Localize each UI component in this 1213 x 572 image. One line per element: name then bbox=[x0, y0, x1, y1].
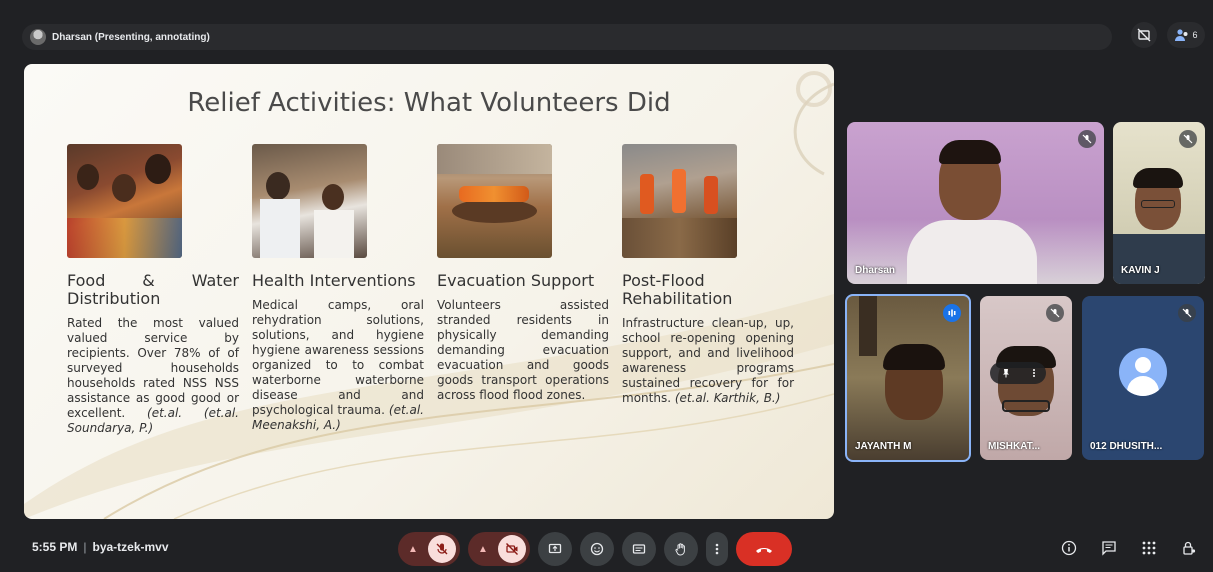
camera-control[interactable]: ▲ bbox=[468, 532, 530, 566]
emoji-icon bbox=[590, 542, 604, 556]
slide-column-health: Health Interventions Medical camps, oral… bbox=[252, 144, 424, 433]
participant-glasses bbox=[1002, 400, 1050, 412]
reactions-button[interactable] bbox=[580, 532, 614, 566]
rehabilitation-citation: (et.al. Karthik, B.) bbox=[674, 391, 781, 405]
info-icon bbox=[1061, 540, 1077, 556]
participant-hair bbox=[1133, 168, 1183, 188]
evacuation-body-text: Volunteers assisted stranded residents i… bbox=[437, 298, 609, 402]
people-icon bbox=[1175, 29, 1188, 41]
health-heading: Health Interventions bbox=[252, 271, 416, 290]
food-body: Rated the most valued valued service by … bbox=[67, 316, 239, 436]
participant-hair bbox=[939, 140, 1001, 164]
health-interventions-photo bbox=[252, 144, 367, 258]
participants-button[interactable]: 6 bbox=[1167, 22, 1205, 48]
raise-hand-button[interactable] bbox=[664, 532, 698, 566]
post-flood-rehabilitation-photo bbox=[622, 144, 737, 258]
captions-button[interactable] bbox=[622, 532, 656, 566]
camera-off-icon bbox=[506, 543, 518, 555]
participant-hair bbox=[883, 344, 945, 370]
no-camera-icon[interactable] bbox=[1131, 22, 1157, 48]
meeting-code: bya-tzek-mvv bbox=[92, 540, 169, 554]
hang-up-icon bbox=[756, 548, 772, 553]
slide-column-rehabilitation: Post-Flood Rehabilitation Infrastructure… bbox=[622, 144, 794, 406]
food-body-text: Rated the most valued valued service by … bbox=[67, 316, 239, 420]
speaking-indicator-icon bbox=[943, 304, 961, 322]
mic-off-icon bbox=[1078, 130, 1096, 148]
meeting-time: 5:55 PM bbox=[32, 540, 78, 554]
rehabilitation-body: Infrastructure clean-up, up, school re-o… bbox=[622, 316, 794, 406]
pin-icon[interactable] bbox=[1001, 368, 1011, 378]
participant-shirt bbox=[1113, 234, 1205, 284]
microphone-control[interactable]: ▲ bbox=[398, 532, 460, 566]
evacuation-body: Volunteers assisted stranded residents i… bbox=[437, 298, 609, 403]
slide-column-evacuation: Evacuation Support Volunteers assisted s… bbox=[437, 144, 609, 403]
participant-tile-dharsan[interactable]: Dharsan bbox=[847, 122, 1104, 284]
participants-count: 6 bbox=[1192, 30, 1198, 40]
mic-off-icon bbox=[1178, 304, 1196, 322]
present-screen-button[interactable] bbox=[538, 532, 572, 566]
participant-shirt bbox=[907, 220, 1037, 284]
food-distribution-photo bbox=[67, 144, 182, 258]
chat-icon bbox=[1102, 541, 1116, 556]
meeting-details-button[interactable] bbox=[1059, 538, 1079, 558]
mic-off-button[interactable] bbox=[428, 535, 456, 563]
participant-name: JAYANTH M bbox=[855, 441, 912, 452]
participant-glasses bbox=[1141, 200, 1175, 208]
present-screen-icon bbox=[548, 543, 562, 554]
participant-tile-kavin[interactable]: KAVIN J bbox=[1113, 122, 1205, 284]
health-body: Medical camps, oral rehydration solution… bbox=[252, 298, 424, 433]
presenter-banner: Dharsan (Presenting, annotating) bbox=[22, 24, 1112, 50]
participant-name: KAVIN J bbox=[1121, 265, 1160, 276]
tile-hover-controls[interactable] bbox=[990, 362, 1046, 384]
health-body-text: Medical camps, oral rehydration solution… bbox=[252, 298, 424, 417]
presenter-avatar bbox=[30, 29, 46, 45]
chat-button[interactable] bbox=[1099, 538, 1119, 558]
separator: | bbox=[83, 540, 87, 554]
host-controls-button[interactable] bbox=[1179, 538, 1199, 558]
captions-icon bbox=[632, 544, 646, 554]
mic-off-icon bbox=[436, 543, 448, 555]
mic-off-icon bbox=[1046, 304, 1064, 322]
hand-icon bbox=[675, 543, 685, 556]
mic-off-icon bbox=[1179, 130, 1197, 148]
meeting-info: 5:55 PM | bya-tzek-mvv bbox=[32, 540, 169, 554]
evacuation-heading: Evacuation Support bbox=[437, 271, 595, 290]
participant-name: MISHKAT... bbox=[988, 441, 1041, 452]
activities-button[interactable] bbox=[1139, 538, 1159, 558]
call-controls: ▲ ▲ bbox=[398, 532, 792, 566]
presenter-label: Dharsan (Presenting, annotating) bbox=[52, 31, 210, 43]
camera-off-button[interactable] bbox=[498, 535, 526, 563]
slide-column-food: Food & Water Distribution Rated the most… bbox=[67, 144, 239, 436]
food-heading: Food & Water Distribution bbox=[67, 271, 239, 308]
leave-call-button[interactable] bbox=[736, 532, 792, 566]
top-right-icons: 6 bbox=[1131, 22, 1205, 48]
camera-options-caret-icon[interactable]: ▲ bbox=[478, 544, 488, 555]
evacuation-support-photo bbox=[437, 144, 552, 258]
more-vert-icon bbox=[715, 543, 719, 555]
background-door bbox=[859, 296, 877, 356]
participant-tile-dhusith[interactable]: 012 DHUSITH... bbox=[1082, 296, 1204, 460]
rehabilitation-heading: Post-Flood Rehabilitation bbox=[622, 271, 733, 308]
apps-grid-icon bbox=[1142, 541, 1156, 555]
participant-tile-jayanth[interactable]: JAYANTH M bbox=[845, 294, 971, 462]
participant-name: Dharsan bbox=[855, 265, 896, 276]
participant-name: 012 DHUSITH... bbox=[1090, 441, 1163, 452]
default-avatar-icon bbox=[1119, 348, 1167, 396]
presentation-slide: Relief Activities: What Volunteers Did F… bbox=[24, 64, 834, 519]
more-options-icon[interactable] bbox=[1032, 368, 1036, 378]
meeting-tools bbox=[1059, 538, 1199, 558]
lock-person-icon bbox=[1183, 541, 1196, 555]
mic-options-caret-icon[interactable]: ▲ bbox=[408, 544, 418, 555]
more-options-button[interactable] bbox=[706, 532, 728, 566]
slide-title: Relief Activities: What Volunteers Did bbox=[187, 88, 671, 118]
participant-tile-mishkat[interactable]: MISHKAT... bbox=[980, 296, 1072, 460]
